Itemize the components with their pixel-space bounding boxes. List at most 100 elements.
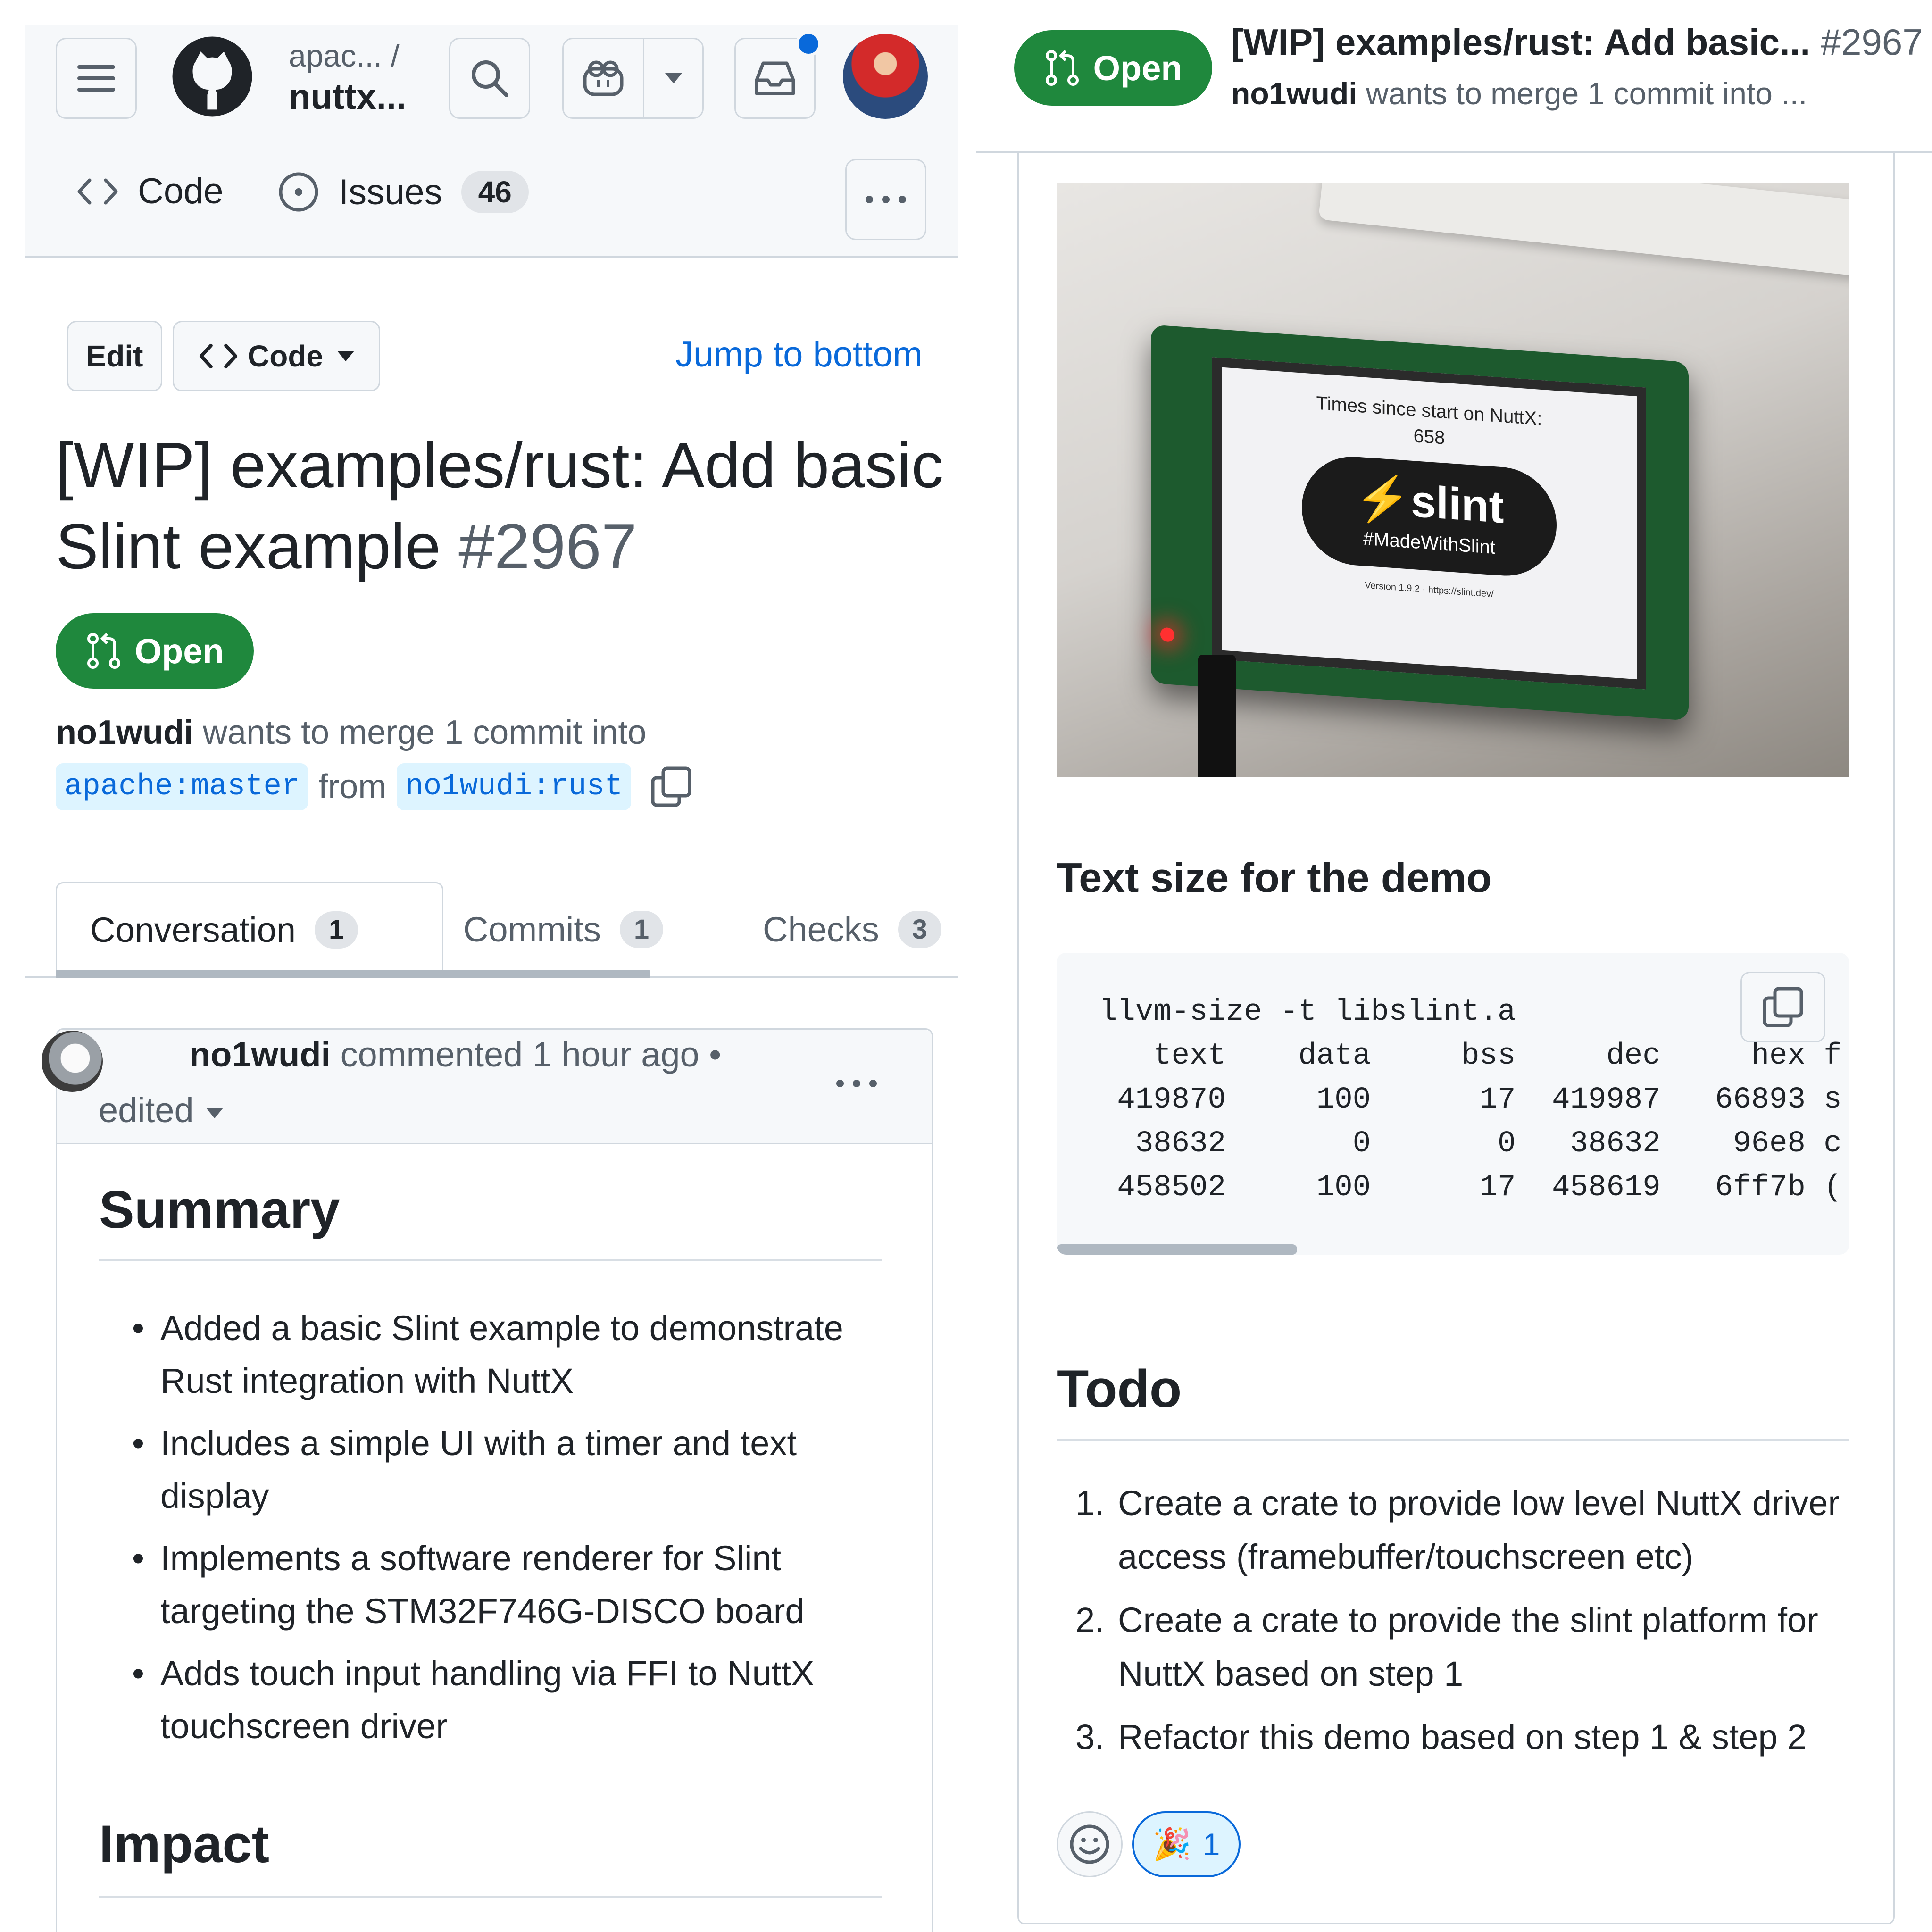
slint-logo-text: slint [1411, 475, 1504, 533]
summary-heading: Summary [99, 1180, 340, 1239]
code-scrollbar[interactable] [1057, 1244, 1297, 1255]
slint-version: Version 1.9.2 · https://slint.dev/ [1365, 580, 1494, 600]
demo-photo[interactable]: Times since start on NuttX: 658 ⚡slint #… [1057, 183, 1849, 777]
list-item: Added a basic Slint example to demonstra… [94, 1302, 896, 1407]
pr-merge-info: no1wudi wants to merge 1 commit into [56, 713, 646, 752]
code-dropdown-label: Code [248, 339, 323, 373]
edited-label: edited [99, 1091, 194, 1130]
comment-author[interactable]: no1wudi [189, 1035, 331, 1074]
caret-down-icon [337, 351, 354, 361]
breadcrumb-repo[interactable]: nuttx... [289, 76, 406, 117]
kebab-horizontal-icon [866, 196, 906, 203]
nav-tab-code[interactable]: Code [76, 171, 224, 212]
pr-merge-text: wants to merge 1 commit into [203, 714, 647, 751]
head-branch[interactable]: no1wudi:rust [397, 763, 632, 810]
lightning-icon: ⚡ [1354, 472, 1411, 526]
search-button[interactable] [449, 38, 530, 119]
breadcrumb-owner[interactable]: apac... / [289, 38, 400, 74]
list-item: 3. Refactor this demo based on step 1 & s… [1057, 1710, 1858, 1764]
party-popper-icon: 🎉 [1152, 1826, 1191, 1861]
tab-conversation-label: Conversation [90, 910, 296, 949]
edit-button[interactable]: Edit [67, 321, 162, 391]
impact-divider [99, 1896, 882, 1898]
smiley-icon [1070, 1824, 1109, 1864]
nav-tab-issues-label: Issues [339, 172, 442, 212]
pr-state-label: Open [134, 631, 224, 671]
list-item: Includes a simple UI with a timer and te… [94, 1417, 896, 1523]
pr-state-badge: Open [56, 613, 254, 689]
code-icon [199, 343, 238, 369]
base-branch[interactable]: apache:master [56, 763, 308, 810]
tab-commits-count: 1 [619, 910, 664, 948]
tab-conversation[interactable]: Conversation 1 [56, 882, 443, 976]
list-text: Refactor this demo based on step 1 & ste… [1118, 1717, 1807, 1757]
reaction-count: 1 [1202, 1827, 1220, 1862]
sticky-pr-state-label: Open [1093, 48, 1183, 88]
sticky-pr-merge-text: wants to merge 1 commit into ... [1366, 76, 1807, 111]
pr-tabs: Conversation 1 Commits 1 Checks 3 [25, 882, 958, 978]
from-text: from [318, 768, 387, 806]
pr-author-link[interactable]: no1wudi [56, 714, 193, 751]
comment-author-avatar[interactable] [42, 1031, 103, 1092]
caret-down-icon [206, 1108, 223, 1118]
tab-checks-label: Checks [763, 909, 879, 949]
more-nav-button[interactable] [845, 159, 926, 240]
add-reaction-button[interactable] [1057, 1811, 1123, 1877]
code-block: llvm-size -t libslint.a text data bss de… [1057, 953, 1849, 1255]
copilot-dropdown[interactable] [644, 39, 702, 117]
copilot-icon [583, 60, 624, 96]
comment-options-icon[interactable] [835, 1079, 878, 1088]
summary-divider [99, 1259, 882, 1261]
slint-badge: ⚡slint #MadeWithSlint [1302, 453, 1557, 580]
nav-tab-issues[interactable]: Issues 46 [277, 171, 529, 213]
copilot-button[interactable] [564, 39, 645, 117]
hamburger-icon [77, 65, 115, 92]
tab-commits-label: Commits [463, 909, 601, 949]
menu-button[interactable] [56, 38, 137, 119]
comment-time[interactable]: commented 1 hour ago • [341, 1035, 722, 1074]
lcd-screen: Times since start on NuttX: 658 ⚡slint #… [1212, 357, 1646, 690]
keyboard-shape [1318, 183, 1849, 279]
todo-divider [1057, 1439, 1849, 1441]
sticky-pr-merge-info: no1wudi wants to merge 1 commit into ... [1231, 75, 1807, 111]
sticky-pr-author[interactable]: no1wudi [1231, 76, 1357, 111]
left-panel: apac... / nuttx... Code Issues 46 Edit C… [0, 0, 976, 1932]
tab-commits[interactable]: Commits 1 [463, 882, 664, 976]
code-text[interactable]: llvm-size -t libslint.a text data bss de… [1099, 991, 1842, 1210]
copy-icon[interactable] [651, 766, 691, 807]
sticky-pr-number: #2967 [1820, 21, 1923, 63]
impact-heading: Impact [99, 1815, 269, 1874]
comment-header: no1wudi commented 1 hour ago • edited [57, 1030, 932, 1144]
todo-list: 1. Create a crate to provide low level Nu… [1057, 1476, 1858, 1774]
hooray-reaction-button[interactable]: 🎉 1 [1132, 1811, 1241, 1877]
list-text: Create a crate to provide the slint plat… [1118, 1600, 1818, 1693]
pr-branches: apache:master from no1wudi:rust [56, 763, 691, 810]
list-number: 3. [1075, 1717, 1105, 1757]
edited-dropdown[interactable]: edited [99, 1090, 223, 1130]
repo-header: apac... / nuttx... Code Issues 46 [25, 25, 958, 258]
sticky-pr-title-text: [WIP] examples/rust: Add basic... [1231, 21, 1811, 63]
text-size-heading: Text size for the demo [1057, 854, 1492, 901]
copilot-button-group [562, 38, 704, 119]
user-avatar[interactable] [843, 34, 928, 119]
copy-code-button[interactable] [1740, 972, 1825, 1042]
list-item: Adds touch input handling via FFI to Nut… [94, 1647, 896, 1753]
todo-heading: Todo [1057, 1359, 1182, 1418]
nav-tab-code-label: Code [138, 171, 224, 211]
list-item: Implements a software renderer for Slint… [94, 1532, 896, 1638]
comment-meta: no1wudi commented 1 hour ago • [189, 1034, 721, 1074]
list-item: 1. Create a crate to provide low level Nu… [1057, 1476, 1858, 1584]
caret-down-icon [665, 73, 682, 83]
issues-count: 46 [461, 171, 529, 213]
tab-checks[interactable]: Checks 3 [763, 882, 942, 976]
github-logo-icon[interactable] [171, 35, 254, 118]
copy-icon [1763, 987, 1803, 1027]
git-pull-request-icon [1046, 50, 1079, 86]
code-icon [77, 178, 118, 204]
usb-cable [1198, 655, 1236, 777]
code-dropdown-button[interactable]: Code [173, 321, 380, 391]
red-led [1160, 627, 1174, 642]
jump-to-bottom-link[interactable]: Jump to bottom [675, 334, 923, 375]
issue-open-icon [279, 172, 318, 212]
tab-conversation-count: 1 [315, 911, 358, 949]
